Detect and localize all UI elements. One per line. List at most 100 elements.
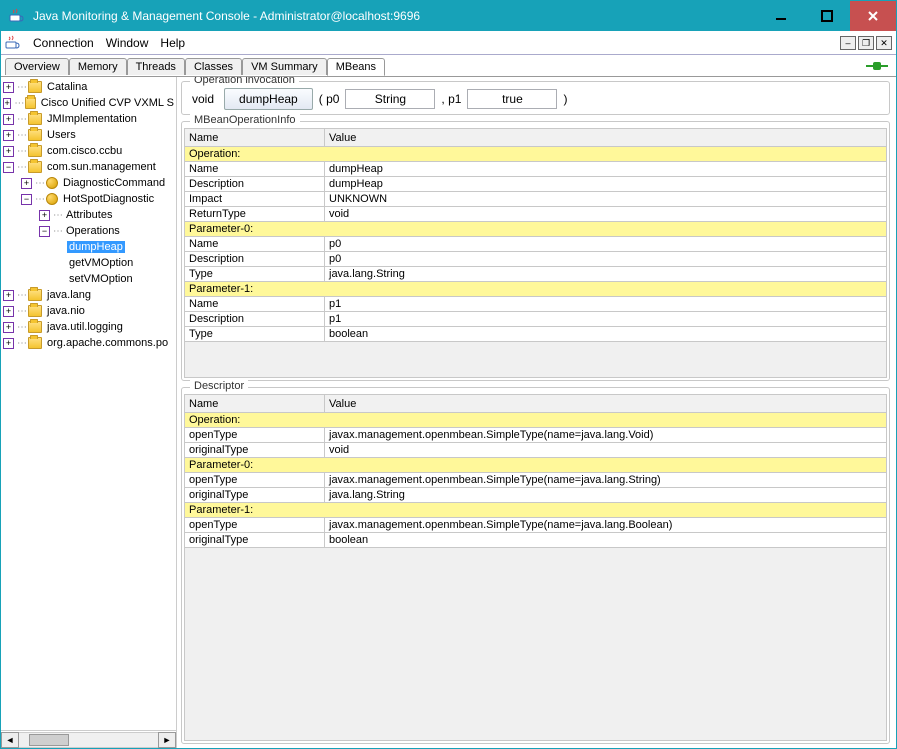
scroll-left-button[interactable]: ◄ bbox=[1, 732, 19, 748]
collapse-icon[interactable] bbox=[39, 226, 50, 237]
tree-node[interactable]: setVMOption bbox=[67, 273, 135, 285]
java-icon bbox=[9, 8, 25, 24]
col-name[interactable]: Name bbox=[185, 395, 325, 413]
param-p0-input[interactable] bbox=[345, 89, 435, 109]
tree-node[interactable]: com.cisco.ccbu bbox=[45, 145, 124, 157]
scroll-track[interactable] bbox=[19, 732, 158, 748]
collapse-icon[interactable] bbox=[3, 162, 14, 173]
paren-open: ( p0 bbox=[319, 92, 340, 106]
title-bar[interactable]: Java Monitoring & Management Console - A… bbox=[1, 1, 896, 31]
cell: ReturnType bbox=[185, 207, 325, 222]
tree-node[interactable]: JMImplementation bbox=[45, 113, 139, 125]
section-header: Operation: bbox=[185, 147, 887, 162]
minimize-button[interactable] bbox=[758, 1, 804, 31]
menu-bar: Connection Window Help ‒ ❐ ✕ bbox=[1, 31, 896, 55]
mbean-icon bbox=[46, 177, 58, 189]
scroll-thumb[interactable] bbox=[29, 734, 69, 746]
tab-threads[interactable]: Threads bbox=[127, 58, 185, 75]
mbean-tree[interactable]: ⋯Catalina ⋯Cisco Unified CVP VXML S ⋯JMI… bbox=[1, 77, 176, 730]
tree-node[interactable]: DiagnosticCommand bbox=[61, 177, 167, 189]
table-empty-area bbox=[184, 342, 887, 378]
mdi-minimize-button[interactable]: ‒ bbox=[840, 36, 856, 50]
cell: Name bbox=[185, 162, 325, 177]
expand-icon[interactable] bbox=[3, 130, 14, 141]
cell: dumpHeap bbox=[325, 177, 887, 192]
expand-icon[interactable] bbox=[3, 146, 14, 157]
cell: boolean bbox=[325, 327, 887, 342]
mbean-detail-pane: Operation invocation void dumpHeap ( p0 … bbox=[177, 77, 896, 748]
tree-node[interactable]: java.lang bbox=[45, 289, 93, 301]
group-legend: Operation invocation bbox=[190, 77, 299, 86]
invoke-dumpheap-button[interactable]: dumpHeap bbox=[224, 88, 313, 110]
tree-node[interactable]: getVMOption bbox=[67, 257, 135, 269]
cell: javax.management.openmbean.SimpleType(na… bbox=[325, 518, 887, 533]
tree-node[interactable]: Users bbox=[45, 129, 78, 141]
maximize-button[interactable] bbox=[804, 1, 850, 31]
expand-icon[interactable] bbox=[39, 210, 50, 221]
cell: Description bbox=[185, 177, 325, 192]
operation-info-table: NameValue Operation: NamedumpHeap Descri… bbox=[184, 128, 887, 342]
cell: originalType bbox=[185, 533, 325, 548]
tab-mbeans[interactable]: MBeans bbox=[327, 58, 385, 76]
expand-icon[interactable] bbox=[3, 82, 14, 93]
tree-node[interactable]: Catalina bbox=[45, 81, 89, 93]
col-name[interactable]: Name bbox=[185, 129, 325, 147]
folder-icon bbox=[28, 289, 42, 301]
expand-icon[interactable] bbox=[3, 98, 11, 109]
mdi-restore-button[interactable]: ❐ bbox=[858, 36, 874, 50]
tree-node[interactable]: Cisco Unified CVP VXML S bbox=[39, 97, 176, 109]
tab-bar: Overview Memory Threads Classes VM Summa… bbox=[1, 55, 896, 77]
tree-node[interactable]: Attributes bbox=[64, 209, 114, 221]
folder-icon bbox=[25, 97, 35, 109]
cell: openType bbox=[185, 428, 325, 443]
group-legend: MBeanOperationInfo bbox=[190, 114, 300, 126]
section-header: Parameter-0: bbox=[185, 458, 887, 473]
tab-classes[interactable]: Classes bbox=[185, 58, 242, 75]
cell: p0 bbox=[325, 252, 887, 267]
expand-icon[interactable] bbox=[3, 306, 14, 317]
collapse-icon[interactable] bbox=[21, 194, 32, 205]
menu-connection[interactable]: Connection bbox=[27, 34, 100, 52]
tree-node[interactable]: com.sun.management bbox=[45, 161, 158, 173]
tab-vmsummary[interactable]: VM Summary bbox=[242, 58, 327, 75]
cell: openType bbox=[185, 518, 325, 533]
folder-icon bbox=[28, 81, 42, 93]
close-button[interactable] bbox=[850, 1, 896, 31]
cell: Name bbox=[185, 297, 325, 312]
tree-node[interactable]: org.apache.commons.po bbox=[45, 337, 170, 349]
col-value[interactable]: Value bbox=[325, 395, 887, 413]
expand-icon[interactable] bbox=[3, 322, 14, 333]
scroll-right-button[interactable]: ► bbox=[158, 732, 176, 748]
expand-icon[interactable] bbox=[3, 290, 14, 301]
cell: Name bbox=[185, 237, 325, 252]
tab-overview[interactable]: Overview bbox=[5, 58, 69, 75]
tree-node[interactable]: java.util.logging bbox=[45, 321, 125, 333]
cell: javax.management.openmbean.SimpleType(na… bbox=[325, 473, 887, 488]
tree-node[interactable]: Operations bbox=[64, 225, 122, 237]
tree-node[interactable]: java.nio bbox=[45, 305, 87, 317]
mbean-tree-pane: ⋯Catalina ⋯Cisco Unified CVP VXML S ⋯JMI… bbox=[1, 77, 177, 748]
section-header: Parameter-1: bbox=[185, 503, 887, 518]
expand-icon[interactable] bbox=[21, 178, 32, 189]
folder-icon bbox=[28, 161, 42, 173]
mdi-close-button[interactable]: ✕ bbox=[876, 36, 892, 50]
window-title: Java Monitoring & Management Console - A… bbox=[33, 9, 420, 23]
menu-window[interactable]: Window bbox=[100, 34, 155, 52]
cell: dumpHeap bbox=[325, 162, 887, 177]
expand-icon[interactable] bbox=[3, 114, 14, 125]
expand-icon[interactable] bbox=[3, 338, 14, 349]
cell: Type bbox=[185, 327, 325, 342]
col-value[interactable]: Value bbox=[325, 129, 887, 147]
tab-memory[interactable]: Memory bbox=[69, 58, 127, 75]
group-legend: Descriptor bbox=[190, 380, 248, 392]
cell: p0 bbox=[325, 237, 887, 252]
tree-node-dumpheap[interactable]: dumpHeap bbox=[67, 241, 125, 253]
param-p1-input[interactable] bbox=[467, 89, 557, 109]
cell: openType bbox=[185, 473, 325, 488]
tree-horizontal-scrollbar[interactable]: ◄ ► bbox=[1, 730, 176, 748]
cell: boolean bbox=[325, 533, 887, 548]
tree-node[interactable]: HotSpotDiagnostic bbox=[61, 193, 156, 205]
folder-icon bbox=[28, 129, 42, 141]
cell: void bbox=[325, 443, 887, 458]
menu-help[interactable]: Help bbox=[154, 34, 191, 52]
